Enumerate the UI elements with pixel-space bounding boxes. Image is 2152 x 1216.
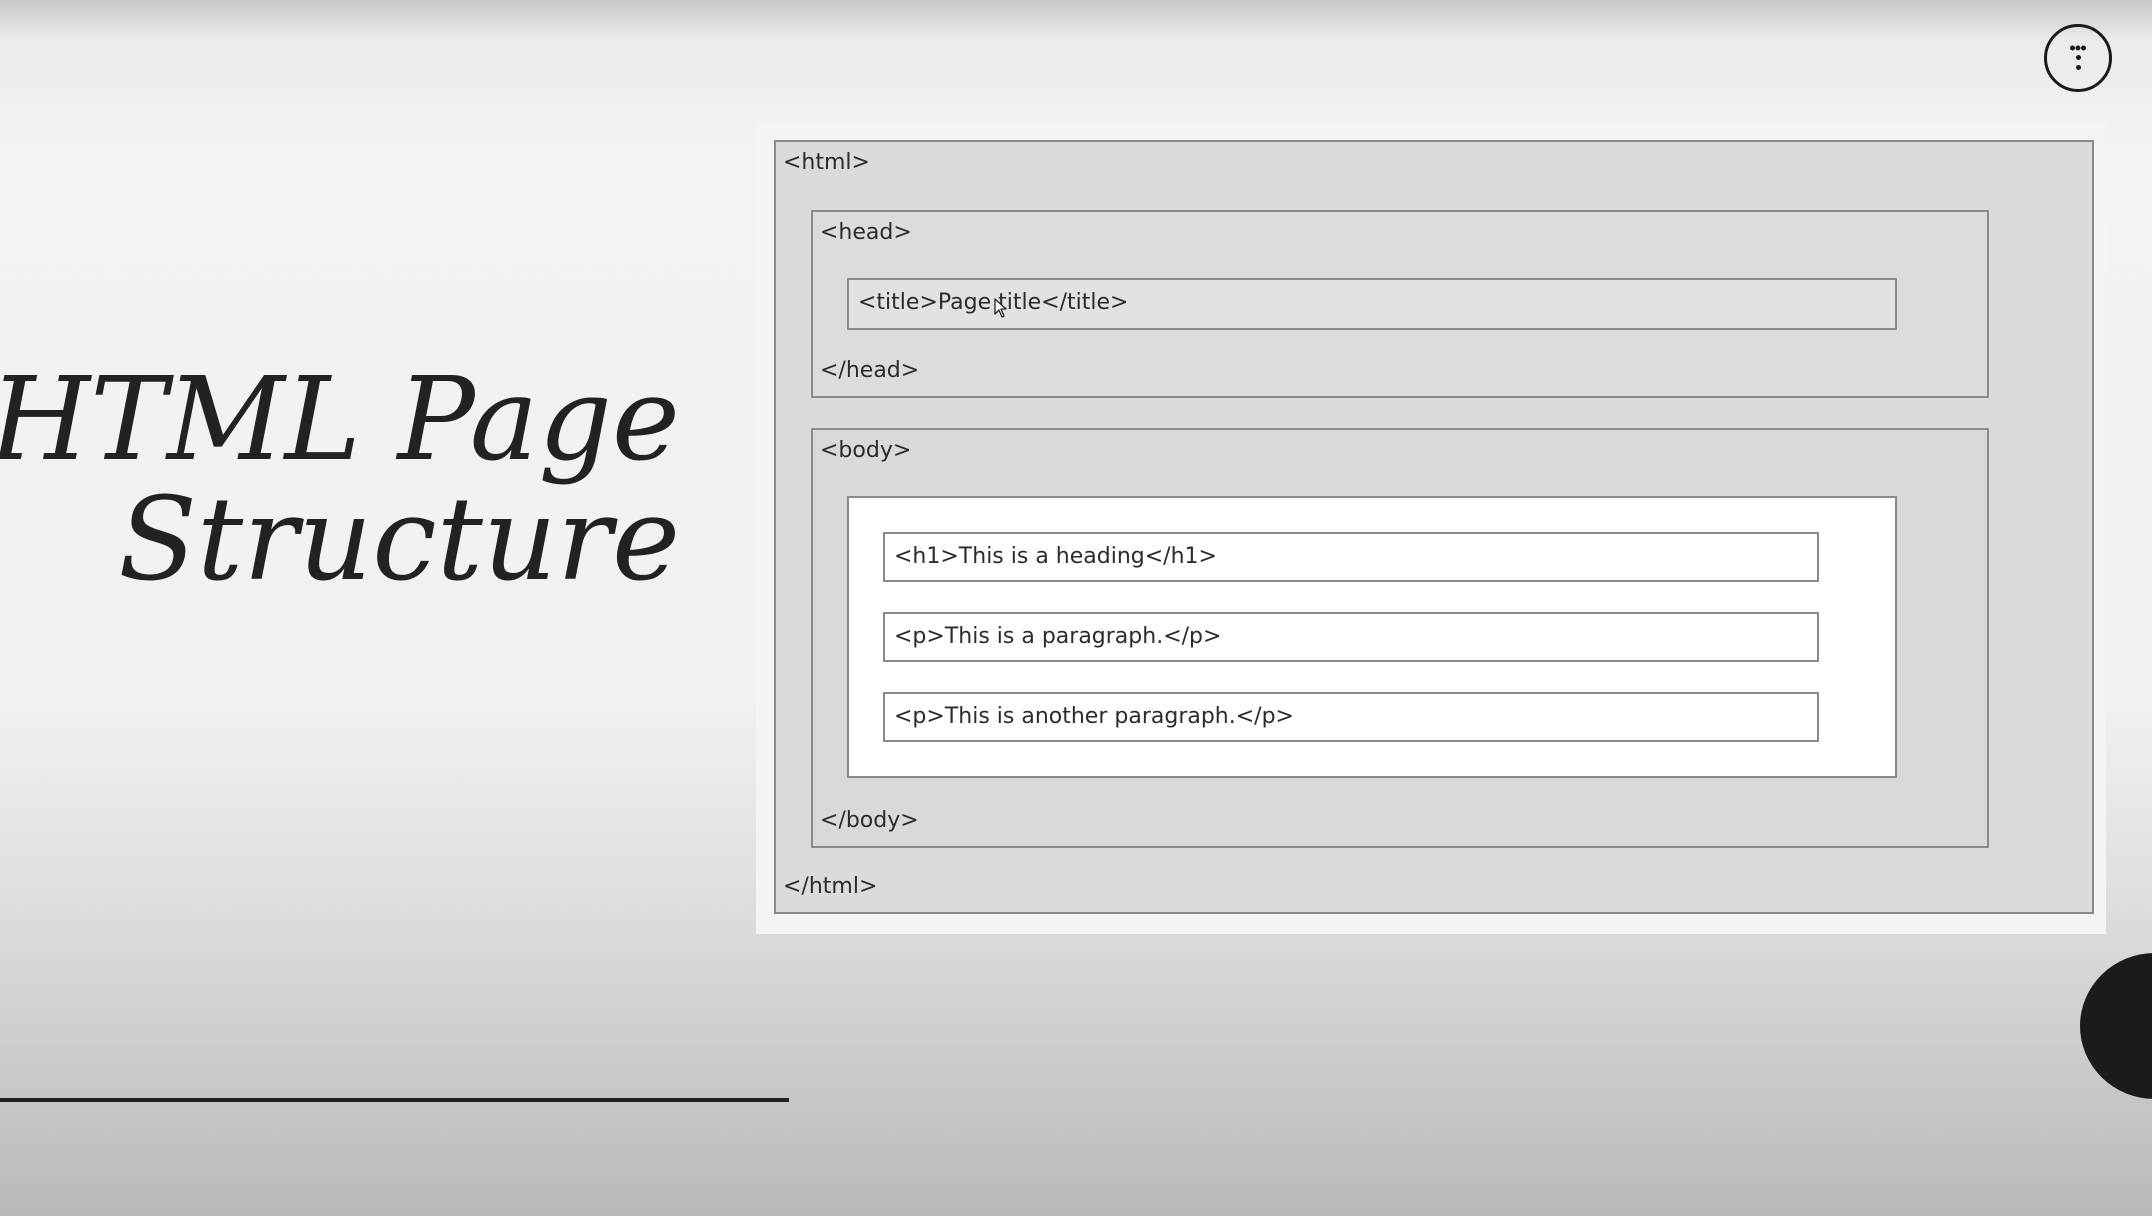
menu-dot bbox=[2076, 65, 2081, 70]
html-structure-diagram: <html> <head> <title>Page title</title> … bbox=[756, 124, 2106, 934]
menu-dot bbox=[2076, 55, 2081, 60]
menu-button[interactable] bbox=[2044, 24, 2112, 92]
body-content-box: <h1>This is a heading</h1> <p>This is a … bbox=[847, 496, 1897, 778]
head-element-box: <head> <title>Page title</title> </head> bbox=[811, 210, 1989, 398]
paragraph-element-text: <p>This is a paragraph.</p> bbox=[894, 624, 1222, 649]
body-open-tag: <body> bbox=[820, 438, 912, 463]
body-close-tag: </body> bbox=[820, 808, 919, 833]
html-close-tag: </html> bbox=[783, 874, 878, 899]
slide-title-line-2: Structure bbox=[118, 473, 680, 607]
paragraph-element-box: <p>This is a paragraph.</p> bbox=[883, 612, 1819, 662]
title-underline-divider bbox=[0, 1098, 789, 1102]
body-element-box: <body> <h1>This is a heading</h1> <p>Thi… bbox=[811, 428, 1989, 848]
head-close-tag: </head> bbox=[820, 358, 920, 383]
paragraph-element-box: <p>This is another paragraph.</p> bbox=[883, 692, 1819, 742]
paragraph-element-text: <p>This is another paragraph.</p> bbox=[894, 704, 1294, 729]
h1-element-text: <h1>This is a heading</h1> bbox=[894, 544, 1217, 569]
vertical-dots-menu-icon bbox=[2070, 45, 2086, 51]
slide-title-line-1: HTML Page bbox=[0, 353, 680, 487]
floating-action-button[interactable] bbox=[2080, 953, 2152, 1099]
h1-element-box: <h1>This is a heading</h1> bbox=[883, 532, 1819, 582]
html-element-box: <html> <head> <title>Page title</title> … bbox=[774, 140, 2094, 914]
mouse-pointer-icon bbox=[994, 298, 1007, 318]
head-open-tag: <head> bbox=[820, 220, 912, 245]
slide-title: HTML Page Structure bbox=[0, 360, 680, 600]
html-open-tag: <html> bbox=[783, 150, 870, 175]
